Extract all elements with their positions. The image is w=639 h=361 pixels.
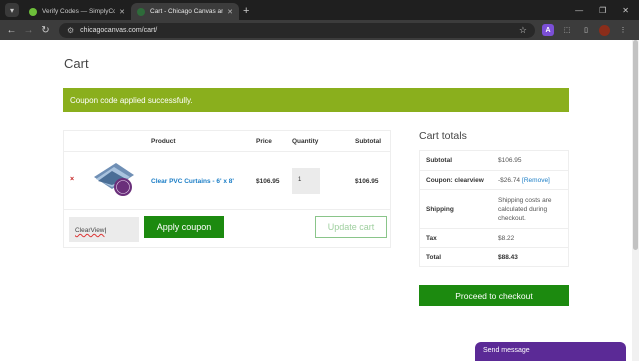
total-value: $88.43: [498, 253, 518, 261]
column-header-subtotal: Subtotal: [355, 138, 381, 145]
back-icon[interactable]: ←: [3, 25, 20, 36]
subtotal-value: $106.95: [498, 157, 522, 164]
row-divider: [64, 209, 390, 210]
tab-search-icon[interactable]: ▾: [5, 3, 19, 17]
site-info-icon[interactable]: ⚙: [67, 26, 74, 35]
extensions-icon[interactable]: ⬚: [561, 24, 573, 36]
page-title: Cart: [64, 56, 89, 71]
scrollbar-thumb[interactable]: [633, 40, 638, 250]
window-controls: — ❐ ✕: [575, 6, 639, 20]
tab-title: Verify Codes — SimplyCodes: [42, 8, 116, 15]
column-header-product: Product: [151, 138, 176, 145]
totals-row-tax: Tax $8.22: [420, 228, 568, 247]
tab-title: Cart - Chicago Canvas and Supply: [150, 8, 223, 15]
remove-item-icon[interactable]: ×: [70, 176, 74, 183]
chat-send-message-button[interactable]: Send message: [475, 342, 626, 361]
extension-badge-icon[interactable]: A: [542, 24, 554, 36]
chicago-canvas-favicon-icon: [137, 7, 145, 16]
tax-value: $8.22: [498, 234, 515, 242]
tax-label: Tax: [426, 234, 437, 242]
address-bar[interactable]: ⚙ chicagocanvas.com/cart/ ☆: [59, 22, 535, 38]
product-name-link[interactable]: Clear PVC Curtains - 6' x 8': [151, 178, 234, 185]
totals-row-total: Total $88.43: [420, 247, 568, 266]
side-panel-icon[interactable]: ▯: [580, 24, 592, 36]
total-label: Total: [426, 253, 442, 261]
tab-verify-codes[interactable]: Verify Codes — SimplyCodes ✕: [23, 3, 131, 20]
cart-table: Product Price Quantity Subtotal × Clear …: [63, 130, 391, 248]
maximize-icon[interactable]: ❐: [599, 6, 606, 15]
product-price: $106.95: [256, 178, 280, 185]
simplycodes-favicon-icon: [29, 7, 37, 16]
coupon-discount: -$26.74 [Remove]: [494, 171, 568, 189]
coupon-code-value: ClearView: [75, 227, 105, 234]
cart-totals-heading: Cart totals: [419, 130, 467, 142]
shipping-label: Shipping: [426, 205, 454, 213]
row-divider: [64, 151, 390, 152]
totals-row-subtotal: Subtotal $106.95: [420, 151, 568, 170]
column-header-price: Price: [256, 138, 272, 145]
cart-totals-table: Subtotal $106.95 Coupon: clearview -$26.…: [419, 150, 569, 267]
reload-icon[interactable]: ↻: [37, 25, 54, 36]
tab-cart[interactable]: Cart - Chicago Canvas and Supply ✕: [131, 3, 239, 20]
close-tab-icon[interactable]: ✕: [227, 8, 233, 16]
bookmark-star-icon[interactable]: ☆: [519, 25, 527, 36]
forward-icon[interactable]: →: [20, 25, 37, 36]
product-subtotal: $106.95: [355, 178, 379, 185]
browser-tab-strip: ▾ Verify Codes — SimplyCodes ✕ Cart - Ch…: [0, 0, 639, 20]
new-tab-icon[interactable]: +: [243, 5, 249, 17]
totals-row-coupon: Coupon: clearview -$26.74 [Remove]: [420, 170, 568, 189]
profile-avatar-icon[interactable]: [599, 24, 610, 36]
browser-toolbar: ← → ↻ ⚙ chicagocanvas.com/cart/ ☆ A ⬚ ▯ …: [0, 20, 639, 40]
remove-coupon-link[interactable]: [Remove]: [522, 176, 550, 185]
shipping-value: Shipping costs are calculated during che…: [498, 196, 552, 222]
coupon-discount-value: -$26.74: [498, 176, 521, 184]
apply-coupon-button[interactable]: Apply coupon: [144, 216, 224, 238]
subtotal-label: Subtotal: [426, 157, 452, 164]
page-content: Cart Coupon code applied successfully. P…: [0, 40, 632, 361]
column-header-quantity: Quantity: [292, 138, 319, 145]
page-scrollbar[interactable]: [632, 40, 639, 361]
success-notice: Coupon code applied successfully.: [63, 88, 569, 112]
update-cart-button[interactable]: Update cart: [315, 216, 387, 238]
close-window-icon[interactable]: ✕: [622, 6, 629, 15]
product-thumbnail[interactable]: [90, 157, 138, 197]
totals-row-shipping: Shipping Shipping costs are calculated d…: [420, 189, 568, 228]
quantity-input[interactable]: 1: [292, 168, 320, 194]
proceed-to-checkout-button[interactable]: Proceed to checkout: [419, 285, 569, 306]
close-tab-icon[interactable]: ✕: [119, 8, 125, 16]
coupon-label: Coupon: clearview: [426, 176, 484, 184]
coupon-code-input[interactable]: ClearView|: [69, 217, 139, 242]
minimize-icon[interactable]: —: [575, 6, 583, 15]
browser-menu-icon[interactable]: ⋮: [617, 24, 629, 36]
url-text: chicagocanvas.com/cart/: [80, 26, 158, 34]
